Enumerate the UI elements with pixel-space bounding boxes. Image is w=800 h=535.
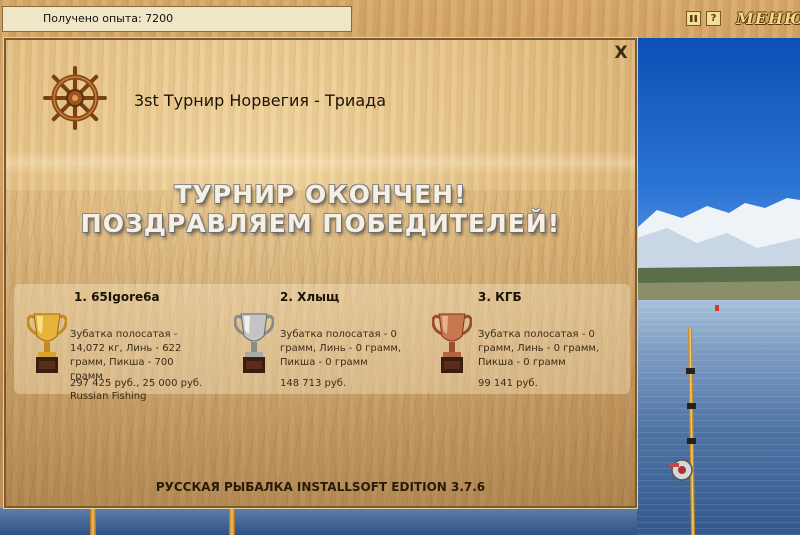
winners-panel: 1. 65Igore6a Зубатка полосатая - 14,072 … bbox=[14, 284, 630, 402]
winner-second-prize: 148 713 руб. bbox=[280, 378, 347, 389]
close-icon: X bbox=[614, 43, 628, 63]
menu-button[interactable]: МЕНЮ bbox=[736, 9, 800, 28]
silver-cup-icon bbox=[234, 313, 274, 373]
lake-scenery bbox=[637, 38, 800, 535]
rod-stub bbox=[229, 508, 235, 535]
close-button[interactable]: X bbox=[612, 44, 630, 62]
winner-first: 1. 65Igore6a Зубатка полосатая - 14,072 … bbox=[22, 284, 222, 402]
winner-third-place: 3. КГБ bbox=[478, 290, 522, 304]
pause-icon bbox=[690, 15, 697, 22]
banner-tournament-over: ТУРНИР ОКОНЧЕН! bbox=[174, 180, 467, 209]
bronze-cup-icon bbox=[432, 313, 472, 373]
pause-button[interactable] bbox=[686, 11, 701, 26]
winner-first-catch: Зубатка полосатая - 14,072 кг, Линь - 62… bbox=[70, 329, 182, 382]
winner-second: 2. Хлыщ Зубатка полосатая - 0 грамм, Лин… bbox=[230, 284, 430, 394]
tournament-results-dialog: X 3st Турнир Норвегия - Триада ТУРНИР ОК… bbox=[3, 37, 638, 509]
winner-second-place: 2. Хлыщ bbox=[280, 290, 340, 304]
winner-second-catch: Зубатка полосатая - 0 грамм, Линь - 0 гр… bbox=[280, 329, 402, 368]
help-icon: ? bbox=[710, 13, 717, 24]
winner-third: 3. КГБ Зубатка полосатая - 0 грамм, Линь… bbox=[428, 284, 628, 394]
ship-wheel-icon bbox=[43, 66, 107, 130]
experience-text: Получено опыта: 7200 bbox=[43, 12, 174, 25]
winner-third-catch: Зубатка полосатая - 0 грамм, Линь - 0 гр… bbox=[478, 329, 600, 368]
winner-first-place: 1. 65Igore6a bbox=[74, 290, 160, 304]
rod-stub bbox=[90, 508, 96, 535]
winner-third-prize: 99 141 руб. bbox=[478, 378, 538, 389]
gold-cup-icon bbox=[27, 313, 67, 373]
game-edition-footer: РУССКАЯ РЫБАЛКА INSTALLSOFT EDITION 3.7.… bbox=[155, 480, 486, 494]
winner-first-prize: 297 425 руб., 25 000 руб. Russian Fishin… bbox=[70, 378, 203, 402]
help-button[interactable]: ? bbox=[706, 11, 721, 26]
experience-panel: Получено опыта: 7200 bbox=[2, 6, 352, 32]
fishing-rod bbox=[669, 305, 719, 535]
banner-congratulations: ПОЗДРАВЛЯЕМ ПОБЕДИТЕЛЕЙ! bbox=[80, 209, 561, 238]
tournament-name: 3st Турнир Норвегия - Триада bbox=[134, 91, 386, 110]
